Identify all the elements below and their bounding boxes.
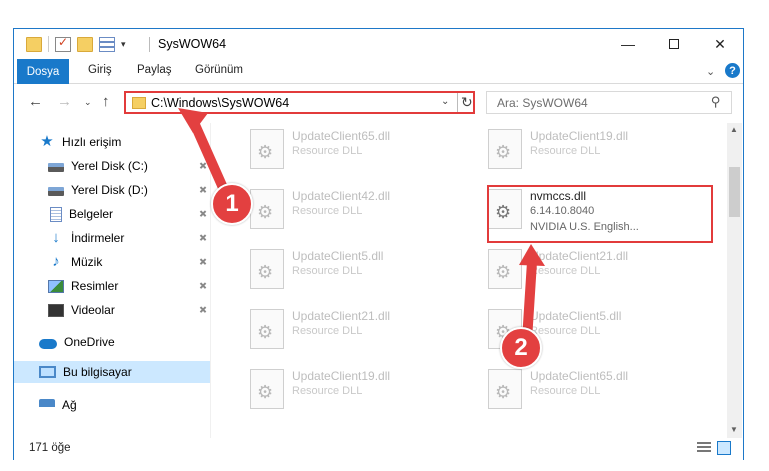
arrow-1-head <box>178 108 208 133</box>
annotation-arrows <box>178 108 545 345</box>
step-2-badge: 2 <box>500 327 542 369</box>
step-1-badge: 1 <box>211 183 253 225</box>
arrow-2-head <box>519 244 545 266</box>
